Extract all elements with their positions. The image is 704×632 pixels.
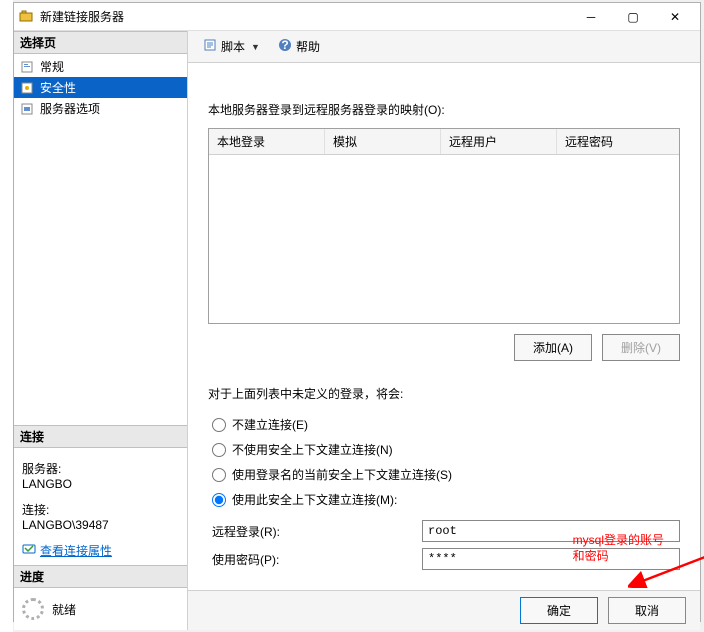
script-button[interactable]: 脚本 ▼ — [196, 35, 267, 58]
minimize-button[interactable]: ─ — [570, 3, 612, 31]
radio-current-security-label: 使用登录名的当前安全上下文建立连接(S) — [232, 466, 452, 483]
script-label: 脚本 — [221, 38, 245, 55]
page-item-general[interactable]: 常规 — [14, 56, 187, 77]
connection-value: LANGBO\39487 — [22, 518, 179, 536]
titlebar: 新建链接服务器 ─ ▢ ✕ — [14, 3, 700, 31]
app-icon — [18, 9, 34, 25]
password-label: 使用密码(P): — [212, 551, 422, 568]
radio-without-security[interactable]: 不使用安全上下文建立连接(N) — [212, 437, 680, 462]
page-icon — [20, 80, 36, 96]
remote-login-input[interactable] — [422, 520, 680, 542]
radio-this-security-input[interactable] — [212, 493, 226, 507]
server-value: LANGBO — [22, 477, 179, 495]
radio-without-security-input[interactable] — [212, 443, 226, 457]
radio-not-made-label: 不建立连接(E) — [232, 416, 308, 433]
col-remote-user[interactable]: 远程用户 — [441, 129, 557, 154]
page-item-security[interactable]: 安全性 — [14, 77, 187, 98]
help-button[interactable]: ? 帮助 — [271, 35, 327, 58]
dialog-window: 新建链接服务器 ─ ▢ ✕ 选择页 常规 安全性 — [13, 2, 701, 622]
col-remote-password[interactable]: 远程密码 — [557, 129, 679, 154]
remove-button: 删除(V) — [602, 334, 680, 361]
cancel-button[interactable]: 取消 — [608, 597, 686, 624]
col-impersonate[interactable]: 模拟 — [325, 129, 441, 154]
login-mapping-grid[interactable]: 本地登录 模拟 远程用户 远程密码 — [208, 128, 680, 324]
mapping-label: 本地服务器登录到远程服务器登录的映射(O): — [208, 101, 680, 118]
radio-without-security-label: 不使用安全上下文建立连接(N) — [232, 441, 393, 458]
page-icon — [20, 101, 36, 117]
remote-login-label: 远程登录(R): — [212, 523, 422, 540]
pages-header: 选择页 — [14, 31, 187, 54]
view-props-label: 查看连接属性 — [40, 542, 112, 559]
dropdown-caret-icon: ▼ — [251, 42, 260, 52]
radio-this-security-label: 使用此安全上下文建立连接(M): — [232, 491, 397, 508]
add-button[interactable]: 添加(A) — [514, 334, 592, 361]
script-icon — [203, 38, 217, 55]
progress-spinner-icon — [22, 598, 44, 620]
radio-current-security-input[interactable] — [212, 468, 226, 482]
radio-current-security[interactable]: 使用登录名的当前安全上下文建立连接(S) — [212, 462, 680, 487]
svg-text:?: ? — [281, 38, 288, 52]
background-edge — [0, 0, 13, 632]
connection-icon — [22, 542, 36, 559]
page-label: 服务器选项 — [40, 100, 100, 117]
help-label: 帮助 — [296, 38, 320, 55]
progress-header: 进度 — [14, 565, 187, 588]
page-icon — [20, 59, 36, 75]
help-icon: ? — [278, 38, 292, 55]
col-local-login[interactable]: 本地登录 — [209, 129, 325, 154]
dialog-footer: 确定 取消 — [188, 590, 700, 630]
server-label: 服务器: — [22, 454, 179, 477]
page-label: 安全性 — [40, 79, 76, 96]
main-panel: 脚本 ▼ ? 帮助 本地服务器登录到远程服务器登录的映射(O): 本地登录 模拟 — [188, 31, 700, 630]
maximize-button[interactable]: ▢ — [612, 3, 654, 31]
radio-not-made[interactable]: 不建立连接(E) — [212, 412, 680, 437]
view-connection-props-link[interactable]: 查看连接属性 — [22, 542, 112, 559]
radio-not-made-input[interactable] — [212, 418, 226, 432]
undefined-logins-label: 对于上面列表中未定义的登录，将会: — [208, 385, 680, 402]
page-label: 常规 — [40, 58, 64, 75]
close-button[interactable]: ✕ — [654, 3, 696, 31]
connection-label: 连接: — [22, 495, 179, 518]
toolbar: 脚本 ▼ ? 帮助 — [188, 31, 700, 63]
password-input[interactable] — [422, 548, 680, 570]
radio-this-security[interactable]: 使用此安全上下文建立连接(M): — [212, 487, 680, 512]
ok-button[interactable]: 确定 — [520, 597, 598, 624]
page-item-server-options[interactable]: 服务器选项 — [14, 98, 187, 119]
connection-header: 连接 — [14, 425, 187, 448]
sidebar: 选择页 常规 安全性 服务 — [14, 31, 188, 630]
progress-status: 就绪 — [52, 601, 76, 618]
window-title: 新建链接服务器 — [40, 8, 570, 25]
